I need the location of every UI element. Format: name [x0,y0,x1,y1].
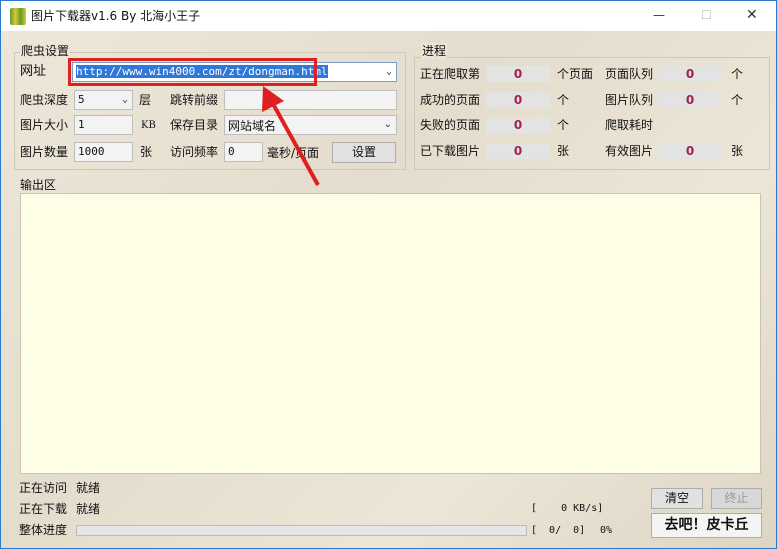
overall-label: 整体进度 [19,523,68,537]
downloading-label: 正在下载 [19,502,68,516]
speed-text: [ 0 KB/s] [531,503,604,514]
annotation-arrow [262,86,320,186]
clear-button[interactable]: 清空 [651,488,703,509]
percent-text: 0% [600,525,613,536]
count-text: [ 0/ 0] [531,525,586,536]
visiting-label: 正在访问 [19,481,68,495]
visiting-value: 就绪 [76,481,101,495]
downloading-value: 就绪 [76,502,101,516]
arrow-head [262,86,284,112]
stop-button[interactable]: 终止 [711,488,762,509]
arrow-shaft [270,101,320,186]
go-button[interactable]: 去吧！皮卡丘 [651,513,762,538]
overall-progress-bar [76,525,527,536]
